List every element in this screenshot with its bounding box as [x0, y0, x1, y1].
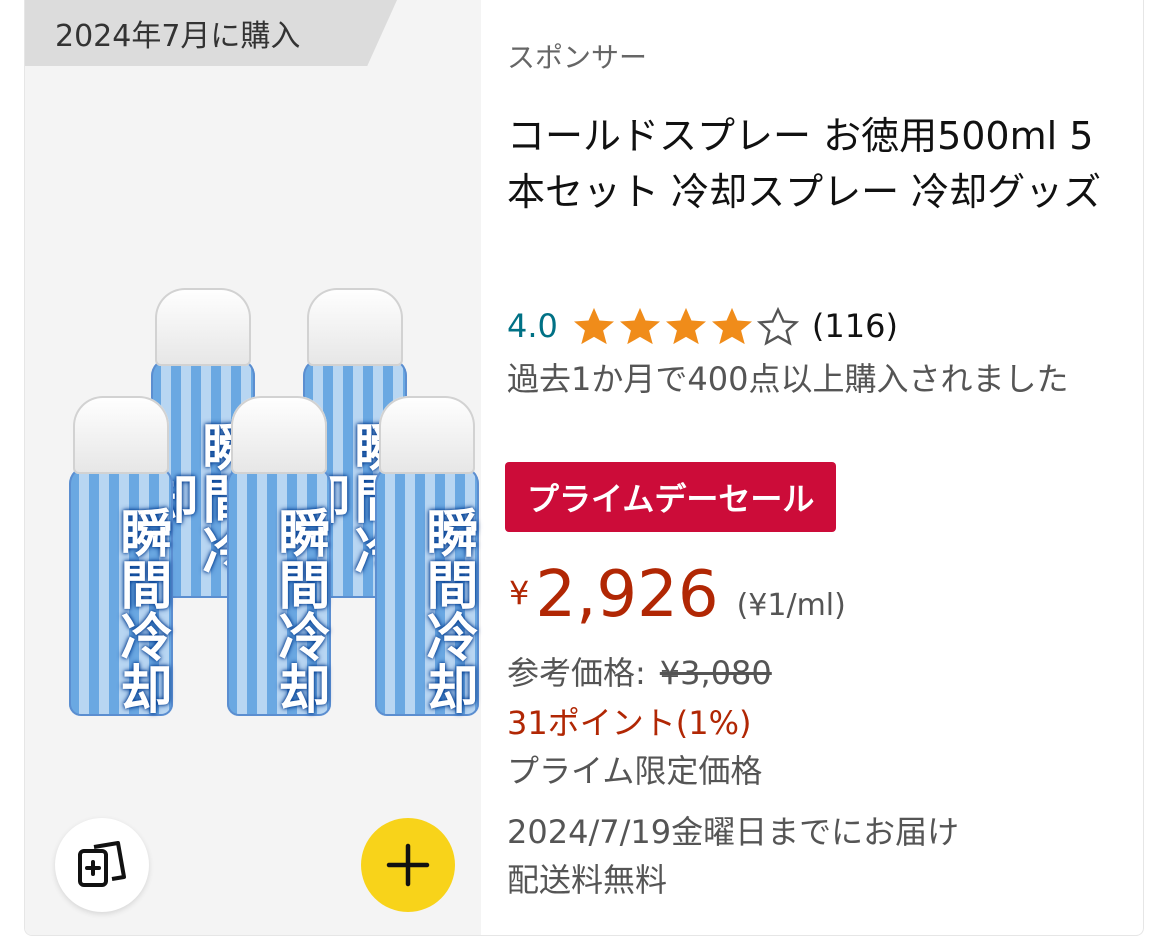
compare-cards-icon [78, 841, 126, 887]
add-to-cart-button[interactable] [361, 818, 455, 912]
unit-price: (¥1/ml) [736, 588, 846, 623]
points-earned: 31ポイント(1%) [507, 704, 752, 742]
plus-icon [386, 843, 430, 887]
star-icon [619, 307, 660, 345]
product-image[interactable]: 瞬間冷却 瞬間冷却 瞬間冷却 瞬間冷却 瞬間冷却 [49, 288, 479, 730]
deal-badge: プライムデーセール [505, 462, 837, 532]
price: 2,926 [535, 558, 719, 632]
compare-button[interactable] [55, 818, 149, 912]
delivery-info: 2024/7/19金曜日までにお届け 配送料無料 [507, 808, 959, 904]
product-image-area[interactable]: 2024年7月に購入 瞬間冷却 瞬間冷却 瞬間冷却 瞬間冷却 瞬間冷却 [25, 0, 481, 935]
price-row: ¥ 2,926 (¥1/ml) [509, 556, 846, 634]
reference-price-label: 参考価格: [507, 654, 646, 692]
star-icon [665, 307, 706, 345]
currency-symbol: ¥ [509, 574, 530, 612]
rating-value: 4.0 [507, 307, 558, 345]
product-card[interactable]: 2024年7月に購入 瞬間冷却 瞬間冷却 瞬間冷却 瞬間冷却 瞬間冷却 スポンサ… [24, 0, 1144, 936]
sponsored-label: スポンサー [507, 41, 648, 74]
spray-can: 瞬間冷却 [69, 396, 173, 716]
purchase-history-badge: 2024年7月に購入 [25, 0, 397, 66]
purchase-volume-text: 過去1か月で400点以上購入されました [507, 360, 1069, 398]
spray-can: 瞬間冷却 [375, 396, 479, 716]
product-title[interactable]: コールドスプレー お徳用500ml 5本セット 冷却スプレー 冷却グッズ [507, 108, 1123, 220]
spray-can: 瞬間冷却 [227, 396, 331, 716]
can-label: 瞬間冷却 [269, 506, 329, 714]
star-empty-icon [756, 306, 799, 346]
delivery-date: 2024/7/19金曜日までにお届け [507, 813, 960, 851]
reference-price-value: ¥3,080 [659, 654, 772, 692]
star-icon [711, 307, 752, 345]
star-rating [572, 306, 802, 346]
prime-limited-price: プライム限定価格 [507, 752, 763, 790]
can-label: 瞬間冷却 [111, 506, 171, 714]
star-icon [573, 307, 614, 345]
review-count: (116) [811, 307, 898, 345]
reference-price: 参考価格: ¥3,080 [507, 648, 772, 694]
shipping-fee: 配送料無料 [507, 861, 668, 899]
can-label: 瞬間冷却 [417, 506, 477, 714]
rating-row[interactable]: 4.0 (116) [507, 306, 898, 346]
